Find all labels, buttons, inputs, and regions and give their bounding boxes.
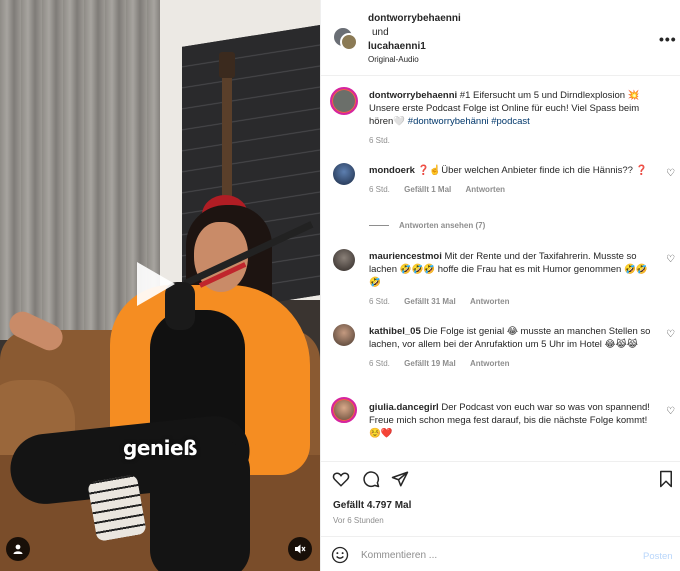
send-icon[interactable] bbox=[391, 470, 409, 488]
caption-body: dontworrybehaenni #1 Eifersucht um 5 und… bbox=[369, 89, 659, 147]
heart-icon[interactable]: ♡ bbox=[666, 330, 676, 340]
comment-likes[interactable]: Gefällt 19 Mal bbox=[404, 359, 456, 368]
speaker-muted-icon bbox=[295, 544, 306, 554]
view-replies-button[interactable]: Antworten ansehen (7) bbox=[369, 221, 485, 230]
comment-text-line2: Freue mich schon mega fest darauf, bis d… bbox=[369, 415, 648, 439]
comment-username[interactable]: mondoerk bbox=[369, 165, 415, 176]
comment-body: giulia.dancegirl Der Podcast von euch wa… bbox=[369, 401, 659, 440]
avatar[interactable] bbox=[333, 249, 355, 271]
collab-joiner: und bbox=[372, 27, 389, 38]
avatar[interactable] bbox=[333, 324, 355, 346]
comment-time: 6 Std. bbox=[369, 359, 390, 368]
caption-username[interactable]: dontworrybehaenni bbox=[369, 90, 457, 101]
reply-button[interactable]: Antworten bbox=[470, 359, 510, 368]
comment-username[interactable]: kathibel_05 bbox=[369, 326, 421, 337]
comment-icon[interactable] bbox=[362, 470, 380, 488]
curtain bbox=[0, 0, 160, 340]
comment-likes[interactable]: Gefällt 31 Mal bbox=[404, 297, 456, 306]
guitar-head bbox=[219, 52, 235, 78]
replies-divider bbox=[369, 225, 389, 227]
view-replies-label: Antworten ansehen (7) bbox=[399, 221, 486, 230]
comment-body: mondoerk ❓☝️Über welchen Anbieter finde … bbox=[369, 164, 659, 196]
emoji-icon[interactable] bbox=[331, 546, 349, 564]
comment-composer: Posten bbox=[321, 536, 680, 571]
play-icon[interactable] bbox=[137, 262, 175, 306]
avatar[interactable] bbox=[340, 33, 358, 51]
avatar[interactable] bbox=[330, 87, 358, 115]
post-time: Vor 6 Stunden bbox=[333, 516, 384, 525]
comment-body: mauriencestmoi Mit der Rente und der Tax… bbox=[369, 250, 659, 308]
video-caption: genieß bbox=[123, 436, 197, 460]
collaborator-username[interactable]: lucahaenni1 bbox=[368, 41, 426, 52]
striped-sock bbox=[87, 474, 147, 542]
comments-list: dontworrybehaenni #1 Eifersucht um 5 und… bbox=[321, 77, 680, 461]
caption-time: 6 Std. bbox=[369, 136, 390, 145]
reply-button[interactable]: Antworten bbox=[470, 297, 510, 306]
heart-icon[interactable]: ♡ bbox=[666, 255, 676, 265]
bookmark-icon[interactable] bbox=[657, 470, 675, 488]
comment-username[interactable]: mauriencestmoi bbox=[369, 251, 442, 262]
comment-body: kathibel_05 Die Folge ist genial 😂 musst… bbox=[369, 325, 659, 370]
action-bar bbox=[321, 461, 680, 491]
comment-likes[interactable]: Gefällt 1 Mal bbox=[404, 185, 451, 194]
post-button[interactable]: Posten bbox=[643, 551, 673, 562]
audio-link[interactable]: Original-Audio bbox=[368, 55, 419, 64]
heart-icon[interactable]: ♡ bbox=[666, 407, 676, 417]
reel-video[interactable]: genieß bbox=[0, 0, 320, 571]
comment-username[interactable]: giulia.dancegirl bbox=[369, 402, 439, 413]
avatar[interactable] bbox=[331, 397, 357, 423]
post-header: dontworrybehaenni und lucahaenni1 Origin… bbox=[321, 0, 680, 76]
mute-button[interactable] bbox=[288, 537, 312, 561]
reply-button[interactable]: Antworten bbox=[466, 185, 506, 194]
hashtag-link[interactable]: #dontworrybehänni bbox=[408, 116, 489, 127]
person-icon bbox=[13, 544, 23, 554]
avatar[interactable] bbox=[333, 163, 355, 185]
author-username[interactable]: dontworrybehaenni bbox=[368, 13, 461, 24]
comment-time: 6 Std. bbox=[369, 297, 390, 306]
comment-time: 6 Std. bbox=[369, 185, 390, 194]
more-horizontal-icon[interactable]: ••• bbox=[659, 31, 677, 47]
tagged-people-button[interactable] bbox=[6, 537, 30, 561]
heart-icon[interactable]: ♡ bbox=[666, 169, 676, 179]
comment-input[interactable] bbox=[361, 545, 621, 565]
comment-text: ❓☝️Über welchen Anbieter finde ich die H… bbox=[417, 165, 648, 176]
heart-icon[interactable] bbox=[332, 470, 350, 488]
comment-text: Der Podcast von euch war so was von span… bbox=[441, 402, 650, 413]
hashtag-link[interactable]: #podcast bbox=[491, 116, 530, 127]
likes-count[interactable]: Gefällt 4.797 Mal bbox=[333, 500, 411, 511]
post-sidebar: dontworrybehaenni und lucahaenni1 Origin… bbox=[320, 0, 680, 571]
